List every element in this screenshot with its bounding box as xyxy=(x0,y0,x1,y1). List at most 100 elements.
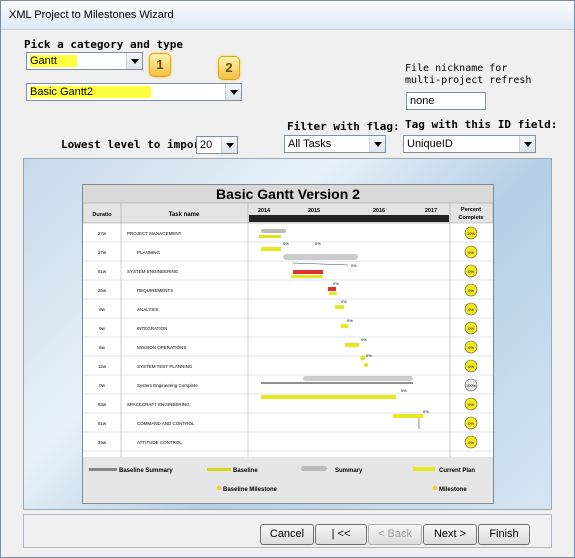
timeline-year-2014: 2014 xyxy=(258,208,271,214)
bar-percent-label: 0% xyxy=(423,409,429,414)
row-duration: 26w xyxy=(98,288,107,293)
percent-complete-value: 0% xyxy=(468,326,474,331)
legend-band xyxy=(83,457,493,503)
window-title: XML Project to Milestones Wizard xyxy=(9,9,174,21)
callout-badge-2: 2 xyxy=(218,56,240,80)
percent-complete-value: 0% xyxy=(468,250,474,255)
type-select-value: Basic Gantt2 xyxy=(30,86,151,98)
col-percent-header-1: Percent xyxy=(461,207,481,213)
timeline-year-2015: 2015 xyxy=(308,208,320,214)
tag-select-value: UniqueID xyxy=(407,138,453,150)
row-task-name: MISSION OPERATIONS xyxy=(137,345,186,350)
percent-complete-value: 0% xyxy=(468,421,474,426)
bar-percent-label: 0% xyxy=(333,281,339,286)
bar-percent-label: 0% xyxy=(283,241,289,246)
category-select[interactable]: Gantt xyxy=(26,52,143,70)
percent-complete-value: 0% xyxy=(468,269,474,274)
row-duration: 0w xyxy=(99,383,106,388)
template-preview: Basic Gantt Version 2 Duratio Task name … xyxy=(23,158,552,510)
row-duration: 9w xyxy=(99,307,106,312)
filter-select[interactable]: All Tasks xyxy=(284,135,386,153)
percent-complete-value: 0% xyxy=(468,345,474,350)
row-task-name: SYSTEM ENGINEERING xyxy=(127,269,179,274)
legend-summary: Summary xyxy=(335,468,363,474)
row-task-name: ANALYSIS xyxy=(137,307,159,312)
month-strip xyxy=(249,215,449,222)
col-duration-header: Duratio xyxy=(92,212,112,218)
chevron-down-icon[interactable] xyxy=(126,53,142,69)
filter-label: Filter with flag: xyxy=(287,120,400,133)
percent-complete-value: 0% xyxy=(468,440,474,445)
row-duration: 27w xyxy=(98,231,107,236)
legend-baseline-milestone: Baseline Milestone xyxy=(223,487,278,493)
gantt-preview-image: Basic Gantt Version 2 Duratio Task name … xyxy=(82,184,494,504)
percent-complete-value: 0% xyxy=(468,402,474,407)
type-select[interactable]: Basic Gantt2 xyxy=(26,83,242,101)
row-task-name: System Engineering Complete xyxy=(137,383,198,388)
row-task-name: COMMAND AND CONTROL xyxy=(137,421,195,426)
legend-current-plan: Current Plan xyxy=(439,468,475,474)
row-duration: 6w xyxy=(99,345,106,350)
category-select-value: Gantt xyxy=(30,55,77,67)
preview-title: Basic Gantt Version 2 xyxy=(216,186,360,202)
category-heading: Pick a category and type xyxy=(24,38,183,51)
bar-percent-label: 0% xyxy=(401,388,407,393)
bar-percent-label: 0% xyxy=(361,337,367,342)
percent-complete-value: 0% xyxy=(468,307,474,312)
row-task-name: REQUIREMENTS xyxy=(137,288,173,293)
lowest-level-value: 20 xyxy=(200,139,213,151)
first-page-button[interactable]: | << xyxy=(315,524,367,545)
row-duration: 12w xyxy=(98,364,107,369)
wizard-window: XML Project to Milestones Wizard Pick a … xyxy=(0,0,575,558)
nickname-label-line2: multi-project refresh xyxy=(405,75,532,86)
next-button[interactable]: Next > xyxy=(423,524,477,545)
percent-complete-value: 100% xyxy=(466,383,477,388)
chevron-down-icon[interactable] xyxy=(369,136,385,152)
timeline-year-2016: 2016 xyxy=(373,208,385,214)
lowest-level-label: Lowest level to import: xyxy=(61,138,214,151)
back-button[interactable]: < Back xyxy=(368,524,422,545)
row-duration: 9w xyxy=(99,326,106,331)
cancel-button[interactable]: Cancel xyxy=(260,524,314,545)
chevron-down-icon[interactable] xyxy=(519,136,535,152)
row-duration: 29w xyxy=(98,440,107,445)
bar-percent-label: 0% xyxy=(347,318,353,323)
timeline-year-2017: 2017 xyxy=(425,208,437,214)
callout-badge-1: 1 xyxy=(149,53,171,77)
gantt-bars xyxy=(259,229,423,429)
row-task-name: INTEGRATION xyxy=(137,326,167,331)
finish-button[interactable]: Finish xyxy=(478,524,530,545)
row-duration: 61w xyxy=(98,269,107,274)
row-task-name: PLANNING xyxy=(137,250,161,255)
task-rows: 27w PROJECT MANAGEMENT 10% 27w PLANNING 0% 61w… xyxy=(83,226,493,452)
row-task-name: ATTITUDE CONTROL xyxy=(137,440,182,445)
chevron-down-icon[interactable] xyxy=(221,137,237,153)
row-task-name: PROJECT MANAGEMENT xyxy=(127,231,182,236)
row-duration: 61w xyxy=(98,421,107,426)
filter-select-value: All Tasks xyxy=(288,138,332,150)
bar-percent-label: 0% xyxy=(341,299,347,304)
lowest-level-select[interactable]: 20 xyxy=(196,136,238,154)
col-task-header: Task name xyxy=(169,212,200,218)
chevron-down-icon[interactable] xyxy=(225,84,241,100)
row-duration: 93w xyxy=(98,402,107,407)
row-task-name: SYSTEM TEST PLANNING xyxy=(137,364,193,369)
legend-baseline: Baseline xyxy=(233,468,258,474)
tag-select[interactable]: UniqueID xyxy=(403,135,536,153)
percent-complete-value: 0% xyxy=(468,288,474,293)
percent-complete-value: 10% xyxy=(467,231,475,236)
percent-complete-value: 0% xyxy=(468,364,474,369)
tag-label: Tag with this ID field: xyxy=(405,118,558,131)
nickname-input[interactable]: none xyxy=(406,92,486,110)
bar-percent-label: 0% xyxy=(366,353,372,358)
row-task-name: SPACECRAFT ENGINEERING xyxy=(127,402,190,407)
bar-percent-label: 0% xyxy=(315,241,321,246)
bar-percent-labels: 0% 0% 0% 0% 0% 0% 0% 0% 0% 0% xyxy=(283,241,429,414)
col-percent-header-2: Complete xyxy=(458,215,483,221)
row-duration: 27w xyxy=(98,250,107,255)
bar-percent-label: 0% xyxy=(351,263,357,268)
nickname-input-value: none xyxy=(410,95,435,107)
legend-milestone: Milestone xyxy=(439,487,467,493)
legend-baseline-summary: Baseline Summary xyxy=(119,468,173,474)
title-bar: XML Project to Milestones Wizard xyxy=(1,1,574,30)
